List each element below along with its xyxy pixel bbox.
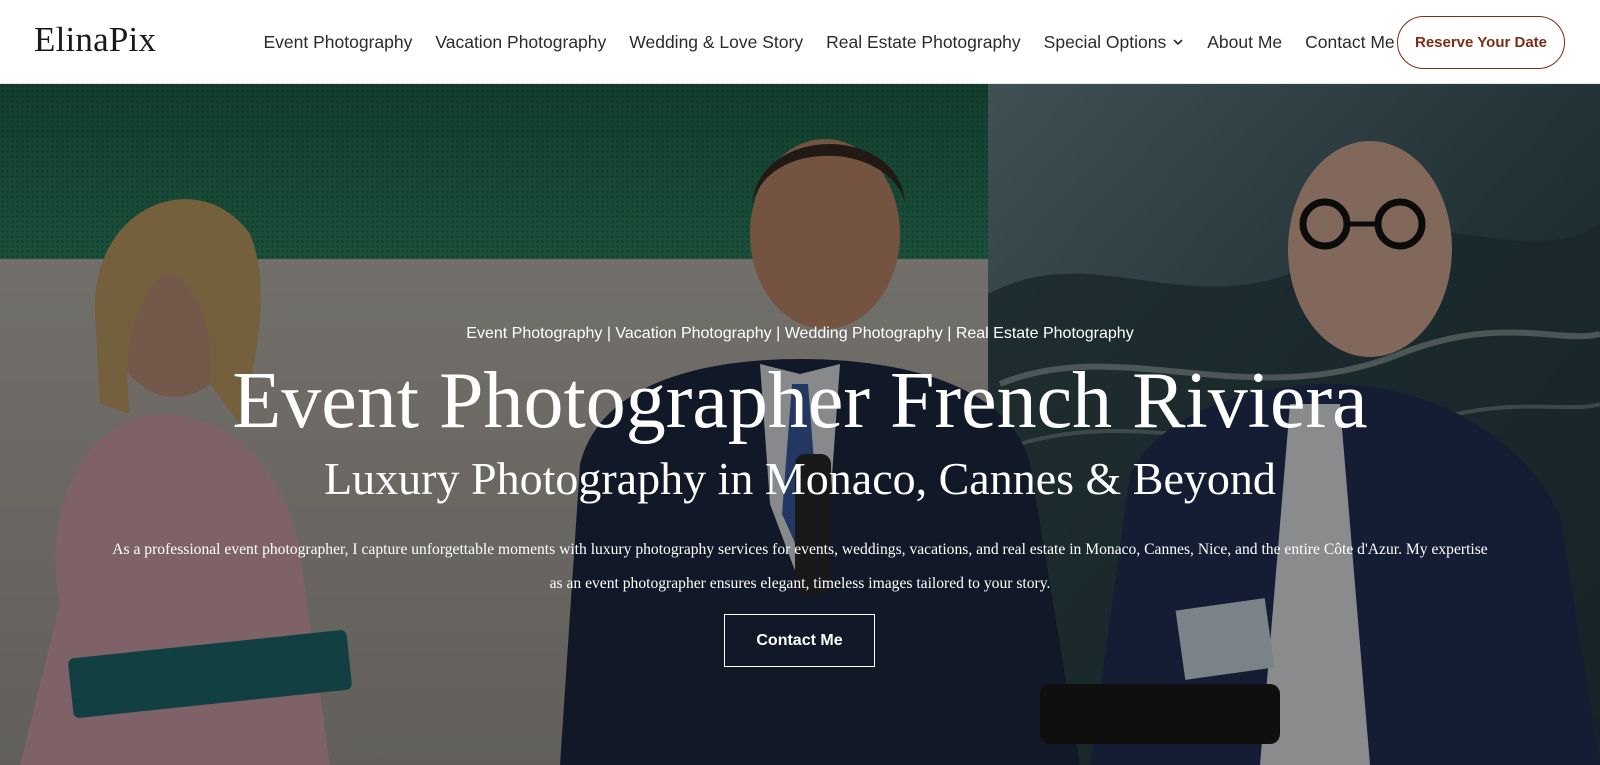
hero-content: Event Photography | Vacation Photography… — [0, 84, 1600, 765]
nav-item-label: About Me — [1207, 31, 1283, 52]
contact-me-button[interactable]: Contact Me — [724, 614, 875, 667]
nav-item-special-options[interactable]: Special Options — [1032, 32, 1196, 53]
nav-item-label: Vacation Photography — [435, 31, 607, 52]
hero-section: Event Photography | Vacation Photography… — [0, 84, 1600, 765]
nav-item-label: Wedding & Love Story — [629, 31, 804, 52]
nav-item-wedding-love-story[interactable]: Wedding & Love Story — [618, 32, 815, 53]
site-logo[interactable]: ElinaPix — [34, 20, 156, 60]
main-nav: Event Photography Vacation Photography W… — [252, 0, 1406, 84]
hero-subtitle: Luxury Photography in Monaco, Cannes & B… — [324, 453, 1276, 504]
nav-item-label: Special Options — [1043, 31, 1167, 52]
nav-item-real-estate-photography[interactable]: Real Estate Photography — [815, 32, 1033, 53]
nav-item-label: Event Photography — [263, 31, 413, 52]
nav-item-contact-me[interactable]: Contact Me — [1294, 32, 1406, 53]
nav-item-label: Contact Me — [1305, 31, 1395, 52]
nav-item-vacation-photography[interactable]: Vacation Photography — [424, 32, 618, 53]
nav-item-event-photography[interactable]: Event Photography — [252, 32, 424, 53]
chevron-down-icon[interactable] — [1172, 36, 1184, 48]
nav-item-label: Real Estate Photography — [826, 31, 1021, 52]
nav-item-about-me[interactable]: About Me — [1196, 32, 1294, 53]
hero-eyebrow: Event Photography | Vacation Photography… — [466, 325, 1134, 342]
hero-description: As a professional event photographer, I … — [112, 541, 1488, 592]
reserve-your-date-button[interactable]: Reserve Your Date — [1397, 16, 1565, 69]
site-header: ElinaPix Event Photography Vacation Phot… — [0, 0, 1600, 84]
hero-title: Event Photographer French Riviera — [232, 357, 1368, 445]
